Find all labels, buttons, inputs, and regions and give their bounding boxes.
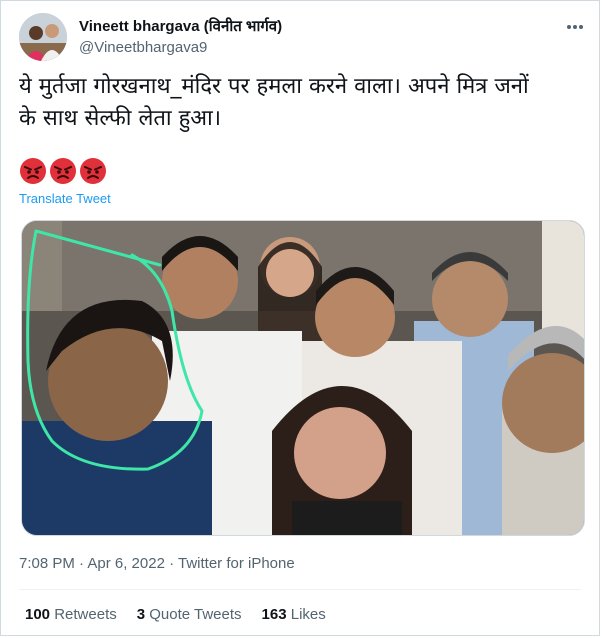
display-name[interactable]: Vineett bhargava (विनीत भार्गव) [79,16,282,36]
tweet-text: ये मुर्तजा गोरखनाथ_मंदिर पर हमला करने वा… [19,71,585,135]
engagement-stats: 100 Retweets 3 Quote Tweets 163 Likes [25,606,326,623]
quote-tweets-count: 3 [136,606,146,623]
tweet-card: Vineett bhargava (विनीत भार्गव) @Vineetb… [0,0,600,636]
divider [19,589,581,590]
quote-tweets-stat[interactable]: 3 Quote Tweets [137,606,242,623]
tweet-photo[interactable] [21,220,585,536]
group-selfie-image [22,221,584,535]
translate-tweet-link[interactable]: Translate Tweet [19,191,111,206]
quote-tweets-label: Quote Tweets [149,606,242,623]
angry-face-icon [20,158,46,184]
tweet-text-line: के साथ सेल्फी लेता हुआ। [19,106,222,131]
tweet-text-line: ये मुर्तजा गोरखनाथ_मंदिर पर हमला करने वा… [19,74,529,99]
retweets-label: Retweets [54,606,117,623]
likes-stat[interactable]: 163 Likes [262,606,326,623]
tweet-header: Vineett bhargava (विनीत भार्गव) @Vineetb… [19,13,585,61]
angry-face-icon [50,158,76,184]
retweets-stat[interactable]: 100 Retweets [25,606,117,623]
more-options-icon[interactable] [565,17,585,37]
user-handle[interactable]: @Vineetbhargava9 [79,39,282,56]
avatar[interactable] [19,13,67,61]
tweet-timestamp[interactable]: 7:08 PM · Apr 6, 2022 · Twitter for iPho… [19,555,295,572]
angry-face-icon [80,158,106,184]
retweets-count: 100 [25,606,51,623]
likes-label: Likes [290,606,326,623]
likes-count: 163 [261,606,287,623]
emoji-row [19,157,107,185]
